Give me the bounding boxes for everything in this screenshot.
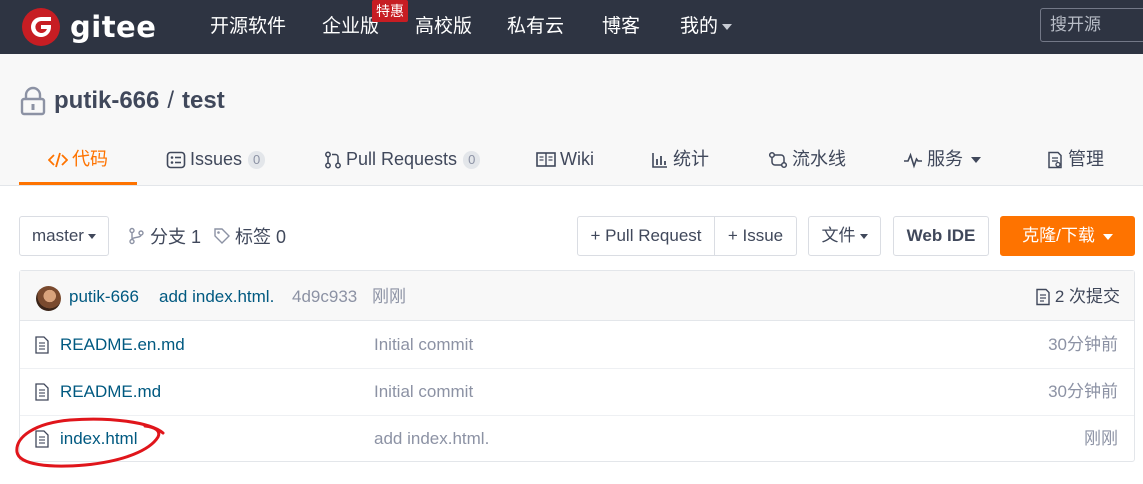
repo-header: putik-666 / test 代码 Issues 0 Pull Reques… (0, 54, 1143, 186)
brand-name: gitee (70, 10, 157, 44)
issues-icon (166, 151, 186, 169)
tab-code[interactable]: 代码 (19, 147, 137, 185)
commit-author-link[interactable]: putik-666 (69, 286, 139, 308)
file-updated-time: 30分钟前 (1048, 382, 1118, 401)
file-updated-time: 30分钟前 (1048, 335, 1118, 354)
tags-label: 标签 0 (235, 227, 287, 247)
tab-code-label: 代码 (72, 149, 108, 169)
repo-separator: / (167, 87, 175, 114)
chevron-down-icon (971, 157, 981, 163)
file-name-link[interactable]: README.md (60, 381, 161, 403)
tab-stats[interactable]: 统计 (651, 147, 709, 185)
nav-mine[interactable]: 我的 (680, 15, 733, 39)
tag-icon (214, 228, 230, 244)
file-list: putik-666 add index.html. 4d9c933 刚刚 2 次… (19, 270, 1135, 462)
gitee-logo-icon (22, 8, 60, 46)
chevron-down-icon (87, 234, 96, 240)
clone-download-button[interactable]: 克隆/下载 (1000, 216, 1135, 256)
lock-icon (20, 86, 46, 116)
tab-pull-requests-label: Pull Requests (346, 149, 458, 169)
tab-manage[interactable]: 管理 (1046, 147, 1104, 185)
nav-enterprise[interactable]: 企业版 (322, 15, 379, 39)
pull-request-icon (325, 151, 341, 169)
tab-issues[interactable]: Issues 0 (166, 147, 266, 185)
tags-link[interactable]: 标签 0 (213, 224, 286, 248)
top-navbar: gitee 开源软件 企业版 特惠 高校版 私有云 博客 我的 搜开源 (0, 0, 1143, 54)
repo-name-link[interactable]: test (182, 87, 225, 115)
tab-service[interactable]: 服务 (903, 147, 981, 185)
file-menu-label: 文件 (821, 226, 856, 245)
file-row[interactable]: index.html add index.html. 刚刚 (20, 416, 1134, 463)
promo-badge: 特惠 (372, 0, 408, 22)
file-updated-time: 刚刚 (1084, 429, 1118, 448)
repo-title: putik-666 / test (20, 86, 225, 116)
nav-education[interactable]: 高校版 (415, 15, 472, 39)
code-icon (48, 152, 68, 168)
nav-mine-label: 我的 (680, 16, 719, 37)
wiki-icon (536, 152, 556, 167)
file-name-link[interactable]: index.html (60, 428, 137, 450)
branches-label: 分支 1 (150, 227, 202, 247)
web-ide-button[interactable]: Web IDE (893, 216, 989, 256)
nav-open-source[interactable]: 开源软件 (210, 15, 286, 39)
commits-count-label: 2 次提交 (1054, 287, 1120, 306)
branch-icon (129, 227, 144, 245)
stats-icon (652, 153, 667, 168)
file-commit-message[interactable]: add index.html. (374, 428, 489, 450)
file-commit-message[interactable]: Initial commit (374, 381, 473, 403)
manage-icon (1048, 151, 1062, 169)
latest-commit-bar: putik-666 add index.html. 4d9c933 刚刚 2 次… (20, 271, 1134, 321)
file-icon (35, 430, 49, 448)
new-issue-button[interactable]: + Issue (714, 216, 797, 256)
tab-wiki[interactable]: Wiki (536, 147, 594, 185)
gitee-logo[interactable]: gitee (22, 8, 156, 46)
repo-owner-link[interactable]: putik-666 (54, 87, 159, 115)
branches-link[interactable]: 分支 1 (128, 224, 201, 248)
search-input[interactable]: 搜开源 (1040, 8, 1143, 42)
file-icon (35, 383, 49, 401)
tab-pull-requests[interactable]: Pull Requests 0 (324, 147, 481, 185)
tab-issues-label: Issues (190, 149, 243, 169)
new-pull-request-button[interactable]: + Pull Request (577, 216, 715, 256)
tab-pipeline-label: 流水线 (792, 149, 846, 169)
file-commit-message[interactable]: Initial commit (374, 334, 473, 356)
commits-count-link[interactable]: 2 次提交 (1035, 286, 1120, 308)
branch-select[interactable]: master (19, 216, 109, 256)
chevron-down-icon (1102, 233, 1113, 240)
file-menu-button[interactable]: 文件 (808, 216, 881, 256)
nav-blog[interactable]: 博客 (602, 15, 640, 39)
tab-manage-label: 管理 (1068, 149, 1104, 169)
chevron-down-icon (722, 23, 733, 30)
issues-count-badge: 0 (248, 151, 266, 169)
commit-message-link[interactable]: add index.html. (159, 286, 274, 308)
tab-service-label: 服务 (927, 149, 963, 169)
branch-select-label: master (32, 226, 84, 245)
commit-hash-link[interactable]: 4d9c933 (292, 286, 357, 308)
file-row[interactable]: README.en.md Initial commit 30分钟前 (20, 322, 1134, 369)
chevron-down-icon (859, 234, 868, 240)
clone-download-label: 克隆/下载 (1022, 226, 1095, 245)
tab-stats-label: 统计 (673, 149, 709, 169)
nav-private-cloud[interactable]: 私有云 (507, 15, 564, 39)
tab-wiki-label: Wiki (560, 149, 594, 169)
file-icon (35, 336, 49, 354)
service-icon (904, 152, 922, 169)
avatar[interactable] (36, 286, 61, 311)
file-name-link[interactable]: README.en.md (60, 334, 185, 356)
tab-pipeline[interactable]: 流水线 (768, 147, 846, 185)
commit-time: 刚刚 (372, 287, 406, 306)
pull-requests-count-badge: 0 (463, 151, 481, 169)
pipeline-icon (768, 151, 788, 169)
file-row[interactable]: README.md Initial commit 30分钟前 (20, 369, 1134, 416)
commits-icon (1036, 288, 1050, 306)
